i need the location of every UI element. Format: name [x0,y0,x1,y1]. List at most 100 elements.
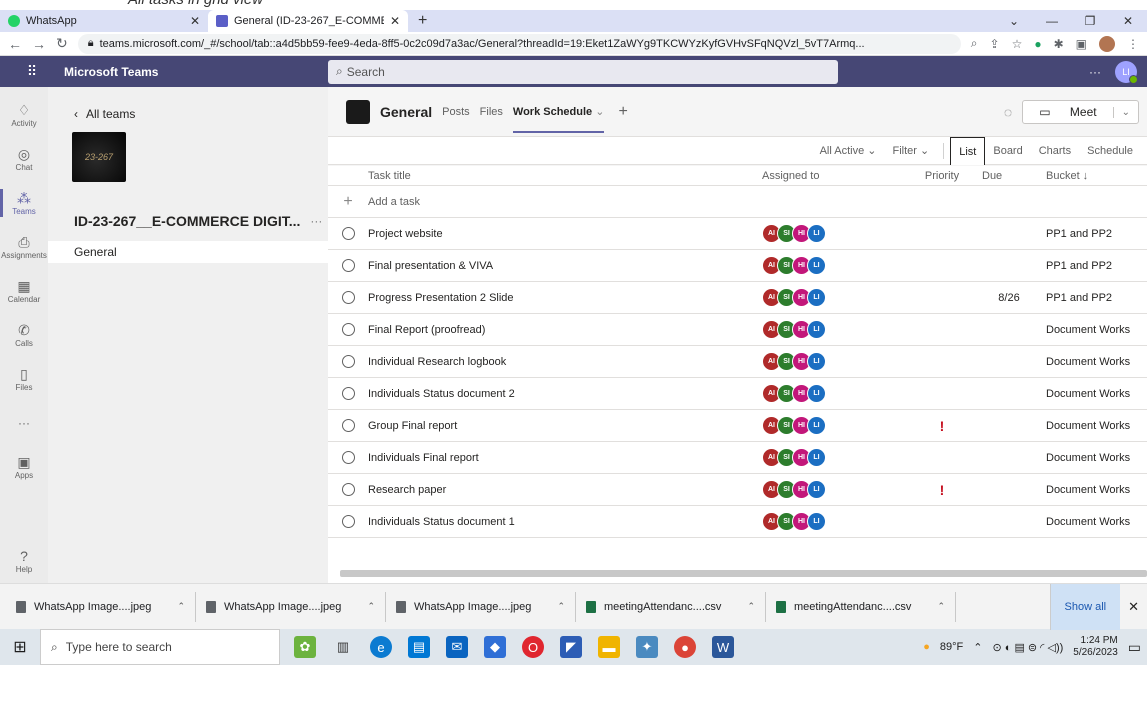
view-schedule[interactable]: Schedule [1079,137,1141,165]
table-row[interactable]: Individuals Final report AI SI HI LI Document… [328,442,1147,474]
file-explorer-icon[interactable]: ▬ [598,636,620,658]
task-bucket[interactable]: PP1 and PP2 [1046,260,1147,272]
notifications-icon[interactable]: ▭ [1128,639,1141,656]
sidepanel-icon[interactable]: ▣ [1076,37,1087,51]
taskbar-search-input[interactable]: ⌕ Type here to search [40,629,280,665]
task-title[interactable]: Individuals Status document 2 [368,388,762,400]
task-assignees[interactable]: AI SI HI LI [762,224,912,243]
close-tab-icon[interactable]: ✕ [390,14,400,28]
header-due[interactable]: Due [972,170,1046,182]
tray-chevron-icon[interactable]: ⌃ [973,641,982,654]
rail-item-calendar[interactable]: ▦ Calendar [0,269,48,313]
tab-files[interactable]: Files [480,106,503,118]
rail-item-calls[interactable]: ✆ Calls [0,313,48,357]
rail-item-assignments[interactable]: ⎙ Assignments [0,225,48,269]
rail-item-more[interactable]: ··· [0,401,48,445]
horizontal-scrollbar[interactable] [340,570,1147,577]
task-title[interactable]: Final presentation & VIVA [368,260,762,272]
task-complete-checkbox[interactable] [341,387,355,400]
task-complete-checkbox[interactable] [341,515,355,528]
tab-work-schedule[interactable]: Work Schedule ⌄ [512,87,604,137]
task-bucket[interactable]: Document Works [1046,356,1147,368]
tray-icons[interactable]: ⊙ ◐ ▤ ⊜ ◜ ◁)) [992,641,1063,654]
download-item[interactable]: WhatsApp Image....jpeg ⌃ [386,591,576,622]
table-row[interactable]: Final presentation & VIVA AI SI HI LI PP1 and… [328,250,1147,282]
app-icon[interactable]: ◤ [560,636,582,658]
add-tab-button[interactable]: + [618,103,627,121]
chevron-up-icon[interactable]: ⌃ [747,601,755,612]
task-bucket[interactable]: Document Works [1046,516,1147,528]
tab-search-icon[interactable]: ⌄ [995,14,1033,28]
task-priority[interactable]: ! [912,482,972,498]
task-title[interactable]: Group Final report [368,420,762,432]
edge-icon[interactable]: e [370,636,392,658]
add-task-input[interactable]: Add a task [368,196,762,208]
widgets-icon[interactable]: ✿ [294,636,316,658]
assignee-avatar[interactable]: LI [807,480,826,499]
team-name[interactable]: ID-23-267__E-COMMERCE DIGIT... ··· [74,213,322,229]
rail-item-activity[interactable]: ♢ Activity [0,93,48,137]
meet-button[interactable]: ▭ Meet ⌄ [1022,100,1139,124]
header-bucket[interactable]: Bucket ↓ [1046,170,1147,182]
browser-tab-whatsapp[interactable]: WhatsApp ✕ [0,10,208,32]
table-row[interactable]: Final Report (proofread) AI SI HI LI Document… [328,314,1147,346]
extension-icon[interactable]: ● [1034,37,1041,51]
task-priority[interactable]: ! [912,418,972,434]
assignee-avatar[interactable]: LI [807,224,826,243]
rail-item-teams[interactable]: ⁂ Teams [0,181,48,225]
task-view-icon[interactable]: ▥ [332,636,354,658]
view-charts[interactable]: Charts [1031,137,1079,165]
chevron-up-icon[interactable]: ⌃ [937,601,945,612]
task-due[interactable]: 8/26 [972,292,1046,304]
task-assignees[interactable]: AI SI HI LI [762,416,912,435]
assignee-avatar[interactable]: LI [807,256,826,275]
download-item[interactable]: WhatsApp Image....jpeg ⌃ [6,591,196,622]
task-bucket[interactable]: Document Works [1046,324,1147,336]
profile-avatar[interactable] [1099,35,1115,52]
forward-icon[interactable]: → [32,36,46,52]
assignee-avatar[interactable]: LI [807,288,826,307]
assignee-avatar[interactable]: LI [807,512,826,531]
tab-posts[interactable]: Posts [442,106,470,118]
task-complete-checkbox[interactable] [341,291,355,304]
task-bucket[interactable]: PP1 and PP2 [1046,292,1147,304]
assignee-avatar[interactable]: LI [807,352,826,371]
app-launcher-icon[interactable]: ⠿ [0,63,64,80]
rail-item-files[interactable]: ▯ Files [0,357,48,401]
task-complete-checkbox[interactable] [341,323,355,336]
table-row[interactable]: Individuals Status document 2 AI SI HI LI Doc… [328,378,1147,410]
puzzle-icon[interactable]: ✱ [1054,37,1064,51]
chevron-up-icon[interactable]: ⌃ [367,601,375,612]
table-row[interactable]: Individual Research logbook AI SI HI LI Docum… [328,346,1147,378]
star-icon[interactable]: ☆ [1012,37,1023,51]
assignee-avatar[interactable]: LI [807,416,826,435]
show-all-button[interactable]: Show all [1049,583,1121,630]
task-complete-checkbox[interactable] [341,419,355,432]
header-priority[interactable]: Priority [912,170,972,182]
task-bucket[interactable]: Document Works [1046,452,1147,464]
task-assignees[interactable]: AI SI HI LI [762,320,912,339]
task-assignees[interactable]: AI SI HI LI [762,512,912,531]
task-assignees[interactable]: AI SI HI LI [762,352,912,371]
table-row[interactable]: Progress Presentation 2 Slide AI SI HI LI 8/2… [328,282,1147,314]
task-bucket[interactable]: Document Works [1046,484,1147,496]
conversation-icon[interactable]: ◌ [1004,104,1012,120]
browser-tab-teams[interactable]: General (ID-23-267_E-COMMER ✕ [208,10,408,32]
download-item[interactable]: WhatsApp Image....jpeg ⌃ [196,591,386,622]
app-icon[interactable]: ◆ [484,636,506,658]
all-active-filter[interactable]: All Active ⌄ [812,137,885,165]
rail-item-help[interactable]: ? Help [0,539,48,583]
rail-item-chat[interactable]: ◎ Chat [0,137,48,181]
close-downloads-icon[interactable]: ✕ [1120,599,1147,615]
task-bucket[interactable]: PP1 and PP2 [1046,228,1147,240]
task-complete-checkbox[interactable] [341,483,355,496]
download-item[interactable]: meetingAttendanc....csv ⌃ [766,591,956,622]
task-assignees[interactable]: AI SI HI LI [762,480,912,499]
chevron-up-icon[interactable]: ⌃ [557,601,565,612]
task-complete-checkbox[interactable] [341,451,355,464]
reload-icon[interactable]: ↻ [56,35,68,52]
url-field[interactable]: 🔒︎ teams.microsoft.com/_#/school/tab::a4… [77,33,961,54]
download-item[interactable]: meetingAttendanc....csv ⌃ [576,591,766,622]
task-bucket[interactable]: Document Works [1046,420,1147,432]
chrome-icon[interactable]: ● [674,636,696,658]
